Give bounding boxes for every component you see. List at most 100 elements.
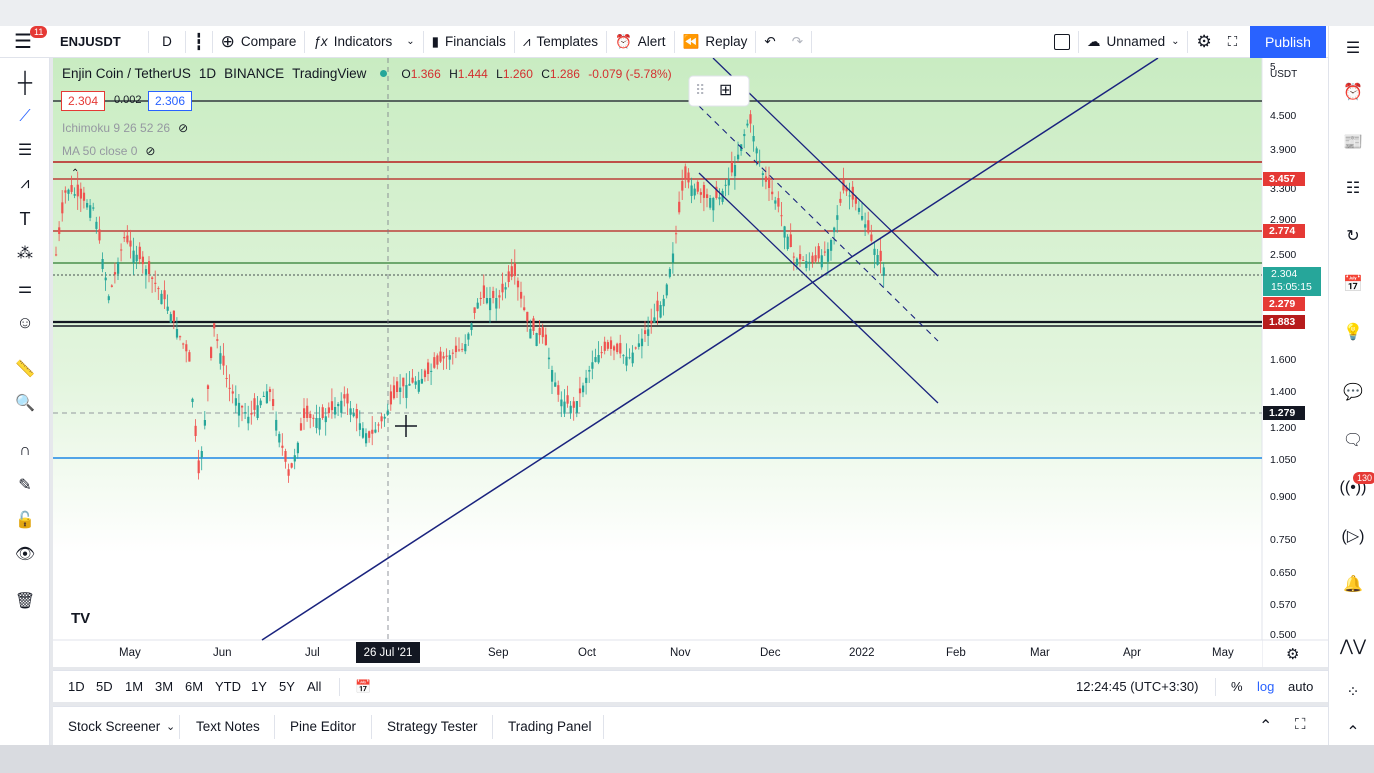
chevron-down-icon[interactable]: ⌄ <box>166 720 175 733</box>
undo-button[interactable]: ↶ <box>756 26 783 58</box>
collapse-legend-icon[interactable]: ⌃ <box>71 168 79 179</box>
interval-button[interactable]: D <box>149 26 185 58</box>
candle-body <box>101 259 104 269</box>
hidden-eye-icon[interactable]: ⊘ <box>145 144 155 158</box>
legend-symbol-title[interactable]: Enjin Coin / TetherUS <box>62 66 191 81</box>
scroll-more-button[interactable]: ⌃ <box>1339 718 1367 746</box>
zoom-tool[interactable]: 🔍 <box>12 390 38 416</box>
price-tag-level[interactable]: 2.774 <box>1263 224 1305 238</box>
crosshair-tool[interactable]: ┼ <box>12 70 38 96</box>
symbol-search[interactable]: ENJUSDT <box>52 26 148 58</box>
redo-button[interactable]: ↷ <box>784 26 811 58</box>
candle-body <box>343 394 346 399</box>
tab-trading-panel[interactable]: Trading Panel <box>508 719 592 734</box>
price-chart[interactable] <box>53 58 1328 667</box>
add-object-icon[interactable]: ⊞ <box>719 80 732 100</box>
candle-body <box>551 370 554 382</box>
publish-button[interactable]: Publish <box>1250 26 1326 58</box>
text-tool[interactable]: T <box>12 206 38 232</box>
range-button[interactable]: 1Y <box>251 679 267 694</box>
news-button[interactable]: 📰 <box>1339 128 1367 156</box>
log-scale-toggle[interactable]: log <box>1257 679 1274 694</box>
alert-button[interactable]: ⏰ Alert <box>607 26 674 58</box>
streams-button[interactable]: (▷) <box>1339 522 1367 550</box>
magnet-tool[interactable]: ∩ <box>12 438 38 464</box>
menu-button[interactable]: ☰ 11 <box>0 25 52 58</box>
tab-stock-screener[interactable]: Stock Screener <box>68 719 160 734</box>
maximize-panel-icon[interactable]: ⛶ <box>1295 716 1306 733</box>
settings-button[interactable]: ⚙ <box>1188 26 1219 58</box>
auto-scale-toggle[interactable]: auto <box>1288 679 1313 694</box>
candle-body <box>870 234 873 241</box>
replay-button[interactable]: ⏪ Replay <box>675 26 756 58</box>
delete-tool[interactable]: 🗑 <box>12 588 38 614</box>
hide-tool[interactable]: 👁 <box>12 541 38 567</box>
range-button[interactable]: YTD <box>215 679 241 694</box>
indicators-button[interactable]: ƒx Indicators ⌄ <box>305 26 422 58</box>
measure-tool[interactable]: ⚌ <box>12 275 38 301</box>
trendline-tool[interactable]: ⟋ <box>12 104 38 130</box>
watchlist-button[interactable]: ☰ <box>1339 34 1367 62</box>
tab-text-notes[interactable]: Text Notes <box>196 719 260 734</box>
range-button[interactable]: 5D <box>96 679 113 694</box>
draw-mode-tool[interactable]: ✎ <box>12 472 38 498</box>
range-button[interactable]: 3M <box>155 679 173 694</box>
chart-pane[interactable]: ⠿ ⊞ TV ⌃ <box>53 58 1328 667</box>
range-button[interactable]: 1D <box>68 679 85 694</box>
buy-price-button[interactable]: 2.306 <box>148 91 193 111</box>
chart-type-button[interactable]: ┇ <box>186 26 212 58</box>
price-tag-level[interactable]: 3.457 <box>1263 172 1305 186</box>
screener-button[interactable]: ☷ <box>1339 174 1367 202</box>
timezone-clock[interactable]: 12:24:45 (UTC+3:30) <box>1076 679 1198 694</box>
icon-tool[interactable]: ☺ <box>12 310 38 336</box>
alerts-panel-button[interactable]: ⏰ <box>1339 78 1367 106</box>
collapse-panel-icon[interactable]: ⌃ <box>1259 716 1272 736</box>
candle-body <box>55 254 58 256</box>
ruler-tool[interactable]: 📏 <box>12 356 38 382</box>
notifications-button[interactable]: ((•)) 130 <box>1339 472 1374 502</box>
range-button[interactable]: 6M <box>185 679 203 694</box>
tab-separator <box>492 715 493 739</box>
percent-scale-toggle[interactable]: % <box>1231 679 1243 694</box>
candle-body <box>392 385 396 399</box>
ideas-button[interactable]: 💡 <box>1339 318 1367 346</box>
financials-label: Financials <box>445 34 506 49</box>
pattern-tool[interactable]: ⩘ <box>12 171 38 197</box>
dom-button[interactable]: ⁘ <box>1339 678 1367 706</box>
fullscreen-button[interactable]: ⛶ <box>1220 26 1245 58</box>
hidden-eye-icon[interactable]: ⊘ <box>178 121 188 135</box>
range-button[interactable]: All <box>307 679 321 694</box>
range-button[interactable]: 5Y <box>279 679 295 694</box>
lock-tool[interactable]: 🔓 <box>12 507 38 533</box>
candle-body <box>476 302 479 309</box>
layout-select-button[interactable] <box>1046 26 1078 58</box>
alarm-clock-icon: ⏰ <box>1343 84 1363 101</box>
price-tag-level[interactable]: 1.883 <box>1263 315 1305 329</box>
compare-button[interactable]: ⊕ Compare <box>213 26 305 58</box>
candle-body <box>461 348 464 350</box>
fib-tool[interactable]: ☰ <box>12 137 38 163</box>
ma-legend[interactable]: MA 50 close 0 ⊘ <box>62 144 155 158</box>
chart-settings-icon[interactable]: ⚙ <box>1286 645 1299 663</box>
calendar-button[interactable]: 📅 <box>1339 270 1367 298</box>
layout-name-button[interactable]: ☁ Unnamed ⌄ <box>1079 26 1187 58</box>
prediction-tool[interactable]: ⁂ <box>12 240 38 266</box>
chats-button[interactable]: 💬 <box>1339 378 1367 406</box>
sell-price-button[interactable]: 2.304 <box>61 91 106 111</box>
templates-button[interactable]: ⩘ Templates <box>515 26 606 58</box>
financials-button[interactable]: ▮ Financials <box>424 26 514 58</box>
candle-body <box>758 160 761 162</box>
price-tag-level[interactable]: 2.279 <box>1263 297 1305 311</box>
candle-body <box>144 269 148 276</box>
trading-panel-button[interactable]: ⋀⋁ <box>1339 632 1367 660</box>
range-button[interactable]: 1M <box>125 679 143 694</box>
messages-button[interactable]: 🗨 <box>1339 426 1367 454</box>
ichimoku-legend[interactable]: Ichimoku 9 26 52 26 ⊘ <box>62 121 188 135</box>
tab-pine-editor[interactable]: Pine Editor <box>290 719 356 734</box>
drag-handle-icon[interactable]: ⠿ <box>695 82 705 99</box>
notifications-bell-button[interactable]: 🔔 <box>1339 570 1367 598</box>
toolbar-separator <box>811 30 813 53</box>
calendar-icon[interactable]: 📅 <box>355 679 371 695</box>
hotlists-button[interactable]: ↻ <box>1339 222 1367 250</box>
tab-strategy-tester[interactable]: Strategy Tester <box>387 719 478 734</box>
